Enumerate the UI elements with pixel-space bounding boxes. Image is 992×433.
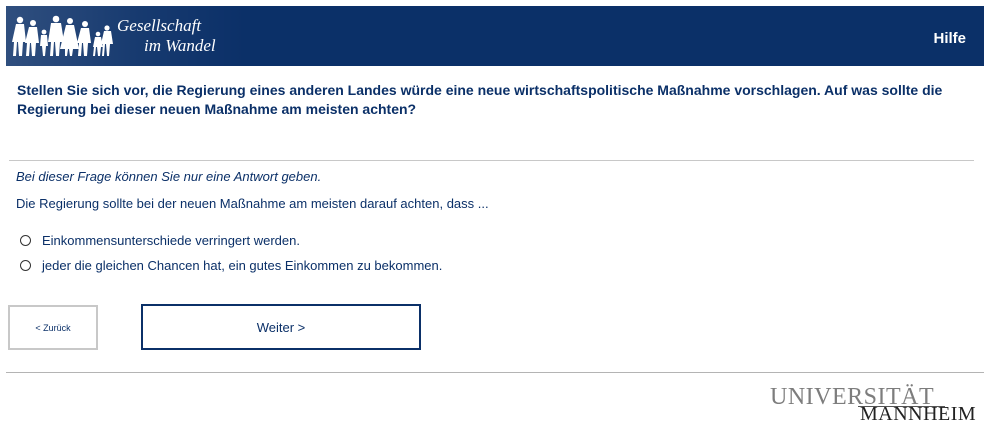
answer-option-1[interactable]: Einkommensunterschiede verringert werden… [20,231,300,249]
footer-divider [6,372,984,373]
help-link[interactable]: Hilfe [933,30,966,47]
radio-button[interactable] [20,234,31,246]
answer-option-2[interactable]: jeder die gleichen Chancen hat, ein gute… [20,256,442,274]
radio-button[interactable] [20,259,31,271]
logo-text-line1: Gesellschaft [117,16,202,35]
answer-option-label[interactable]: jeder die gleichen Chancen hat, ein gute… [42,258,442,273]
question-text: Stellen Sie sich vor, die Regierung eine… [17,82,943,117]
university-logo-line2: MANNHEIM [860,403,977,425]
divider [9,160,974,161]
logo-text-line2: im Wandel [144,36,216,55]
header-bar: Gesellschaft im Wandel Hilfe [6,6,984,66]
next-button[interactable]: Weiter > [141,304,421,350]
instruction-hint: Bei dieser Frage können Sie nur eine Ant… [16,169,322,184]
answer-option-label[interactable]: Einkommensunterschiede verringert werden… [42,233,300,248]
logo: Gesellschaft im Wandel [6,6,246,66]
question-stem: Die Regierung sollte bei der neuen Maßna… [16,196,489,211]
back-button[interactable]: < Zurück [8,305,98,350]
university-logo: UNIVERSITÄT MANNHEIM [770,384,977,429]
